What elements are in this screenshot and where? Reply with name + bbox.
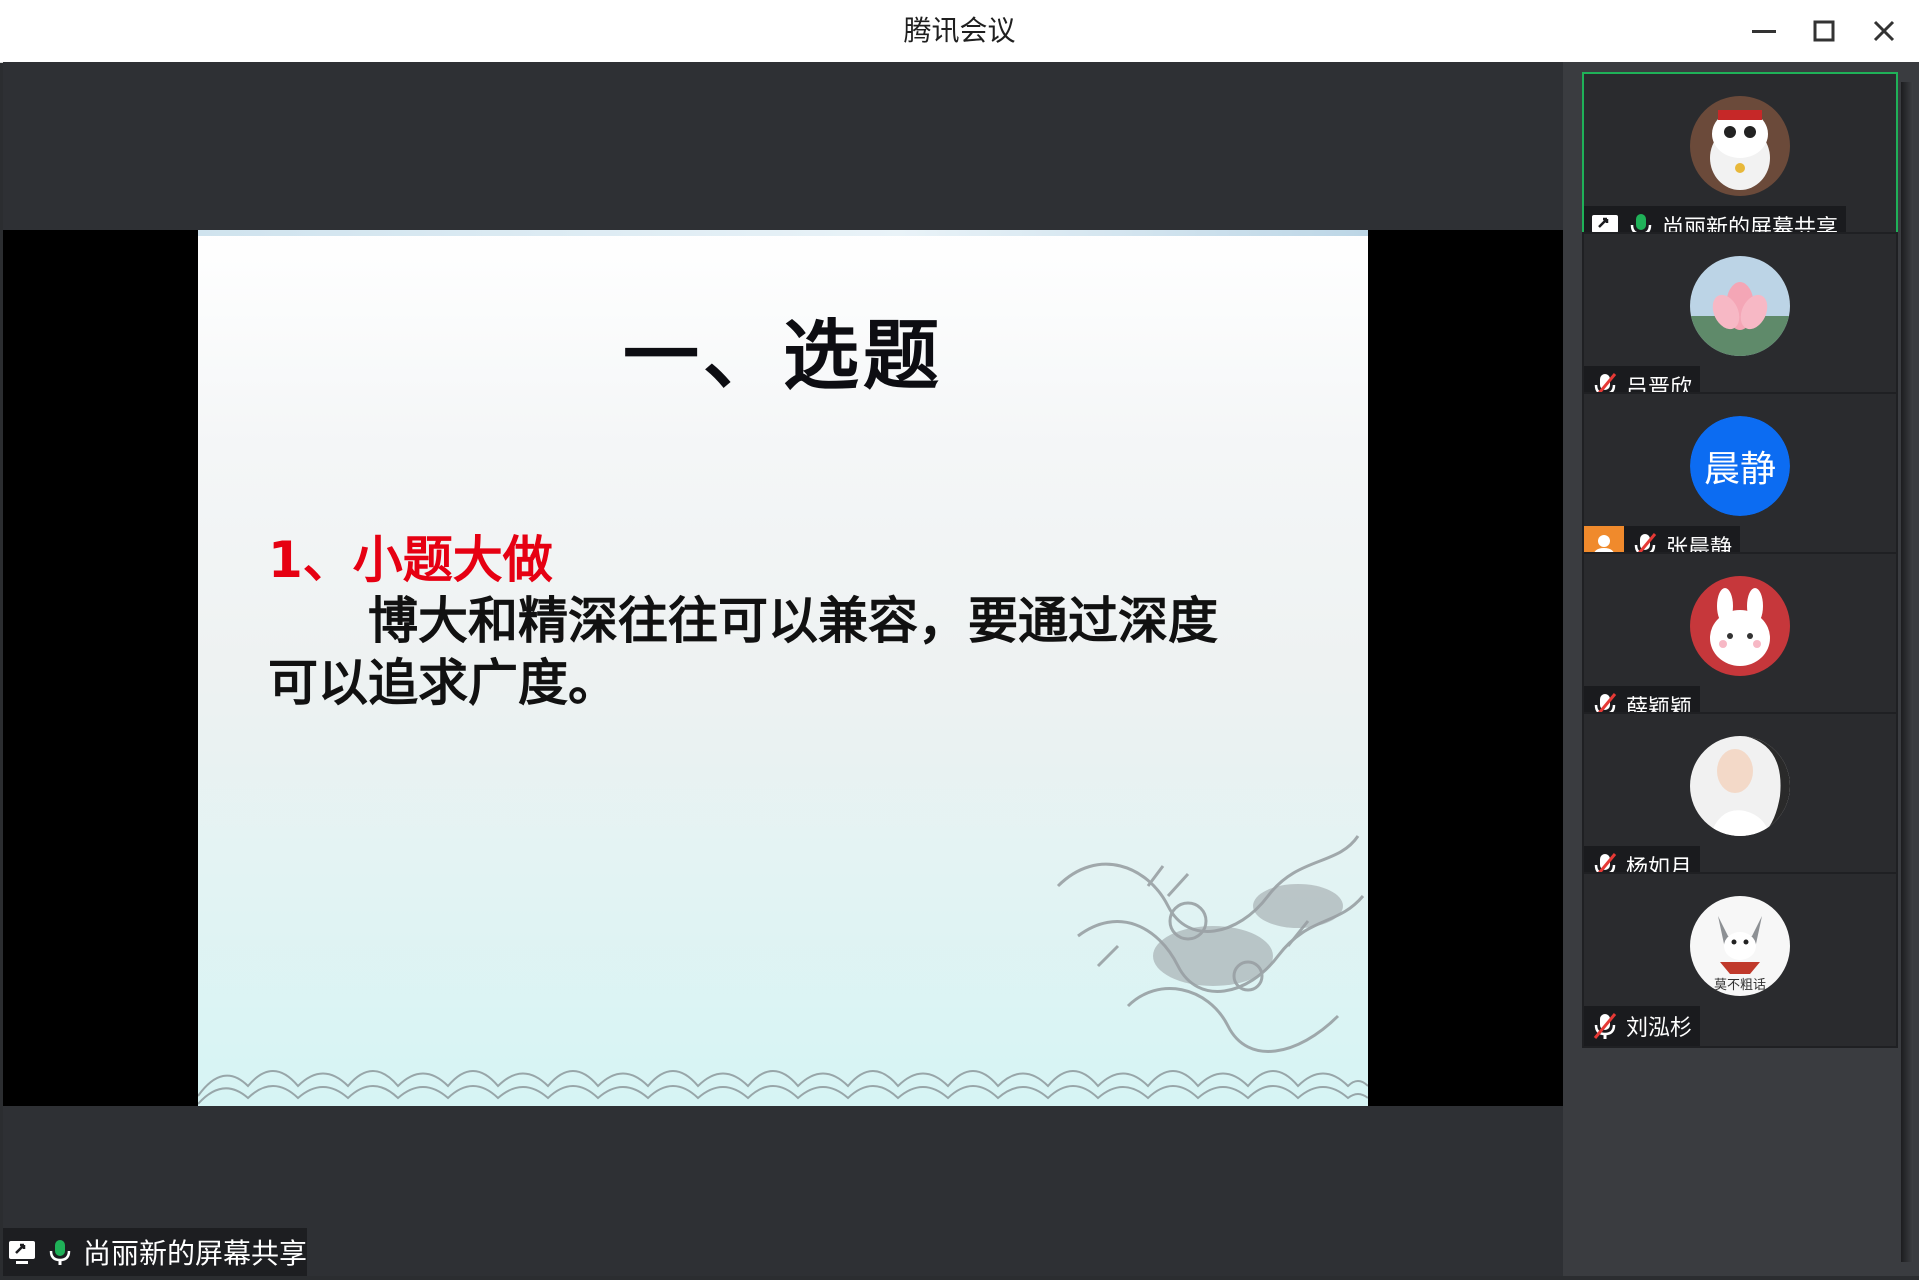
participant-tile[interactable]: 薛颖颖: [1582, 552, 1898, 728]
slide-body-line1: 博大和精深往往可以兼容，要通过深度: [368, 592, 1218, 650]
girl-photo-avatar: [1690, 736, 1790, 836]
minimize-icon: [1752, 30, 1776, 33]
slide-title: 一、选题: [623, 311, 943, 400]
mic-muted-icon: [1590, 1011, 1620, 1041]
avatar-caption: 莫不粗话: [1714, 978, 1766, 993]
shared-slide: 一、选题 1、小题大做 博大和精深往往可以兼容，要通过深度 可以追求广度。: [198, 230, 1368, 1106]
slide-body-line2: 可以追求广度。: [268, 654, 618, 712]
cat-figurine-avatar: [1690, 96, 1790, 196]
slide-body: 博大和精深往往可以兼容，要通过深度 可以追求广度。: [268, 590, 1268, 714]
window-title: 腾讯会议: [903, 14, 1016, 47]
screen-share-label-text: 尚丽新的屏幕共享: [83, 1237, 308, 1270]
dragon-decoration: [1056, 835, 1365, 1053]
screen-share-icon: [7, 1237, 37, 1267]
participant-name: 刘泓杉: [1626, 1016, 1693, 1041]
main-stage: 一、选题 1、小题大做 博大和精深往往可以兼容，要通过深度 可以追求广度。: [3, 62, 1563, 1276]
text-avatar: 晨静: [1690, 416, 1790, 516]
participant-tile[interactable]: 莫不粗话 刘泓杉: [1582, 872, 1898, 1048]
participant-name-bar: 刘泓杉: [1584, 1006, 1701, 1046]
close-button[interactable]: [1864, 11, 1904, 51]
sidebar-scrollbar[interactable]: [1901, 82, 1913, 1262]
screen-share-label: 尚丽新的屏幕共享: [3, 1228, 307, 1276]
participant-tile[interactable]: 杨如月: [1582, 712, 1898, 888]
husky-avatar: 莫不粗话: [1690, 896, 1790, 996]
slide-subtitle: 1、小题大做: [268, 531, 553, 589]
text-avatar-label: 晨静: [1690, 416, 1790, 516]
mic-on-icon: [45, 1237, 75, 1267]
maximize-button[interactable]: [1804, 11, 1844, 51]
bunny-avatar: [1690, 576, 1790, 676]
participant-tile[interactable]: 尚丽新的屏幕共享: [1582, 72, 1898, 248]
title-bar: 腾讯会议: [0, 0, 1919, 63]
minimize-button[interactable]: [1744, 11, 1784, 51]
participant-sidebar: 尚丽新的屏幕共享 吕晋欣 晨静 张晨静 薛颖颖 杨如月 莫不粗话 刘泓杉: [1563, 62, 1919, 1276]
participant-tile[interactable]: 晨静 张晨静: [1582, 392, 1898, 568]
maximize-icon: [1813, 20, 1835, 42]
close-icon: [1873, 20, 1895, 42]
slide-top-line: [198, 230, 1368, 236]
wave-pattern: [198, 1070, 1368, 1105]
lotus-avatar: [1690, 256, 1790, 356]
participant-tile[interactable]: 吕晋欣: [1582, 232, 1898, 408]
